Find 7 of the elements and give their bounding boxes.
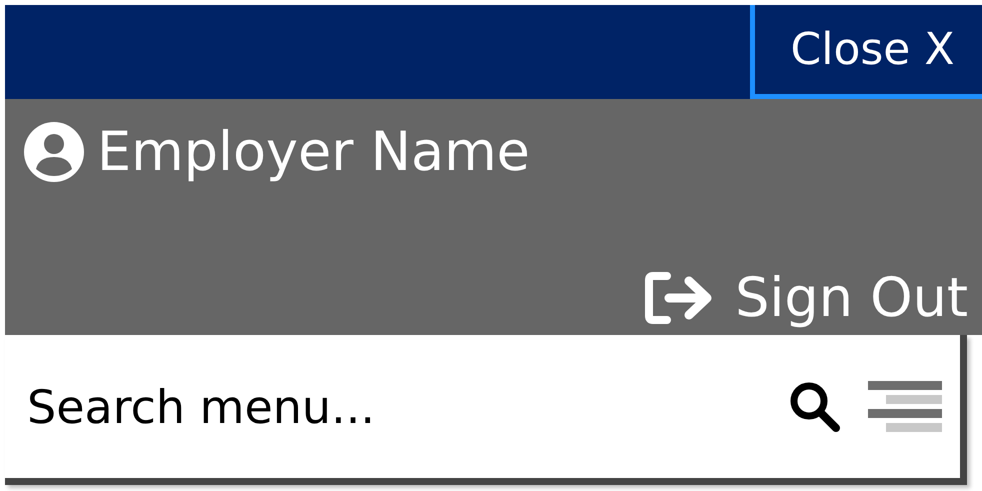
search-field[interactable]: Search menu... xyxy=(25,378,762,434)
search-icon[interactable] xyxy=(788,380,842,434)
close-button[interactable]: Close X xyxy=(750,5,982,99)
user-icon xyxy=(23,121,85,183)
employer-name: Employer Name xyxy=(97,125,530,179)
sign-out-link[interactable]: Sign Out xyxy=(645,271,968,325)
menu-icon[interactable] xyxy=(868,380,942,432)
